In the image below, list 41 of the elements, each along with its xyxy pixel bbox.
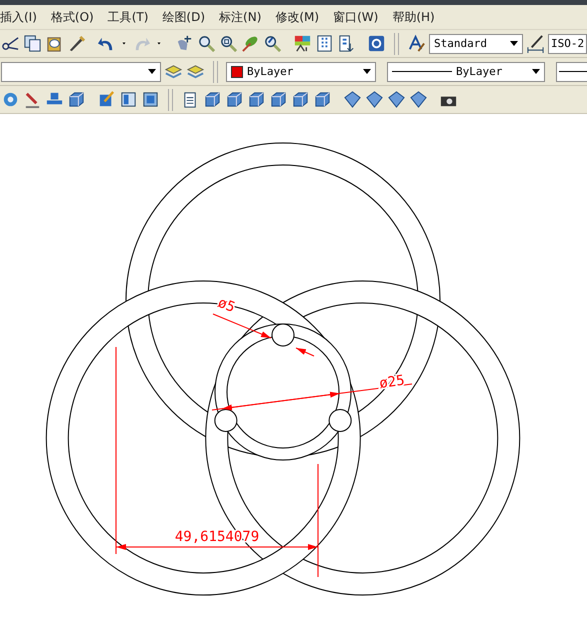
- zoom-window-icon[interactable]: [219, 34, 238, 53]
- copy-icon[interactable]: [23, 34, 42, 53]
- brush-icon[interactable]: [67, 34, 86, 53]
- color-dropdown[interactable]: ByLayer: [226, 62, 376, 82]
- pen-icon[interactable]: [23, 90, 42, 109]
- menu-item[interactable]: 格式(O): [50, 8, 94, 26]
- layer-dropdown[interactable]: [1, 62, 161, 82]
- edit-icon[interactable]: [97, 90, 116, 109]
- menu-item[interactable]: 修改(M): [275, 8, 320, 26]
- zoom-icon[interactable]: [197, 34, 216, 53]
- linetype-dropdown[interactable]: ByLayer: [387, 62, 545, 82]
- grid-icon[interactable]: [315, 34, 334, 53]
- cube-icon[interactable]: [313, 90, 332, 109]
- menu-item[interactable]: 窗口(W): [333, 8, 378, 26]
- cube-icon[interactable]: [225, 90, 244, 109]
- text-style-dropdown[interactable]: Standard: [429, 34, 523, 54]
- menu-item[interactable]: 标注(N): [219, 8, 262, 26]
- cube-icon[interactable]: [291, 90, 310, 109]
- cube-icon[interactable]: [247, 90, 266, 109]
- box-icon[interactable]: [141, 90, 160, 109]
- palette-icon[interactable]: [293, 34, 312, 53]
- diamond-icon[interactable]: [365, 90, 384, 109]
- diamond-icon[interactable]: [343, 90, 362, 109]
- dimension-text: ø25: [378, 372, 406, 392]
- zoom-previous-icon[interactable]: [263, 34, 282, 53]
- diamond-icon[interactable]: [387, 90, 406, 109]
- dimension-text: ø5: [216, 294, 238, 316]
- leaf-icon[interactable]: [241, 34, 260, 53]
- dimension-style-dropdown[interactable]: ISO-2: [548, 34, 587, 54]
- menu-item[interactable]: 工具(T): [108, 8, 148, 26]
- panel-icon[interactable]: [119, 90, 138, 109]
- cube-icon[interactable]: [269, 90, 288, 109]
- menu-item[interactable]: 绘图(D): [162, 8, 206, 26]
- sheet-icon[interactable]: [337, 34, 356, 53]
- text-style-icon[interactable]: [407, 34, 426, 53]
- cube-icon[interactable]: [203, 90, 222, 109]
- menu-item[interactable]: 插入(I): [0, 8, 37, 26]
- dimension-style-icon[interactable]: [526, 34, 545, 53]
- cube-icon[interactable]: [67, 90, 86, 109]
- diamond-icon[interactable]: [409, 90, 428, 109]
- menu-item[interactable]: 帮助(H): [392, 8, 435, 26]
